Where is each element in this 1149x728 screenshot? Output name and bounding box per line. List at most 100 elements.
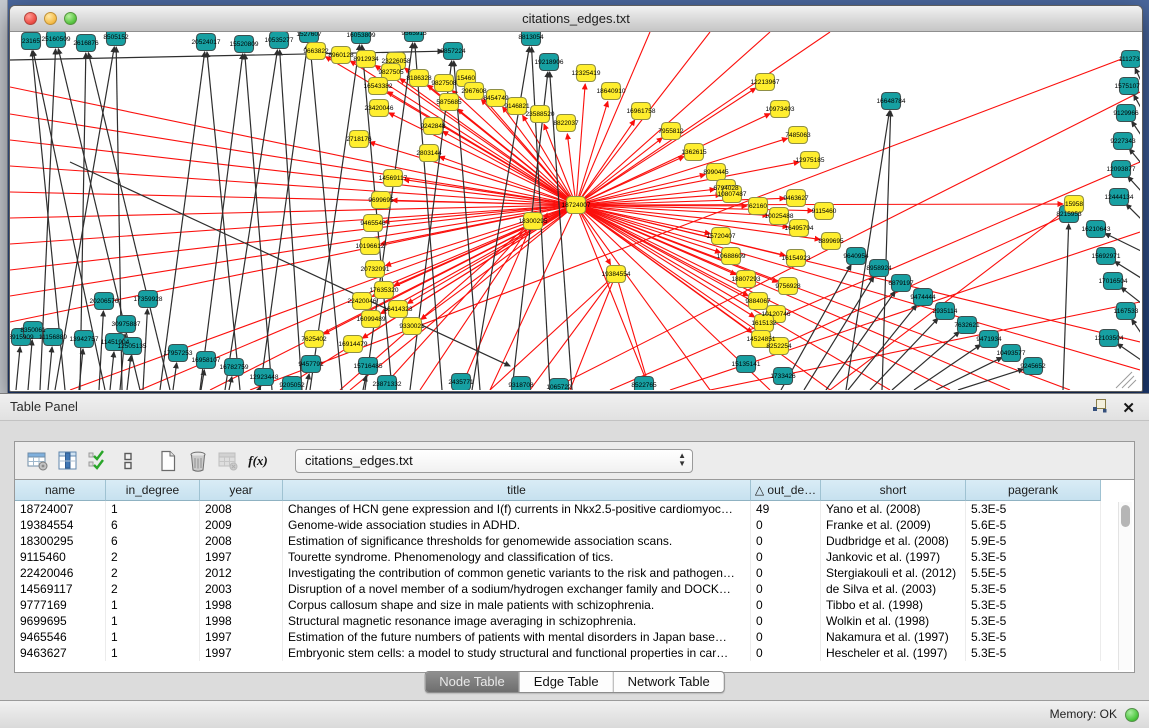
table-cell[interactable]: 5.3E-5 [966, 613, 1101, 629]
table-cell[interactable]: 0 [751, 549, 821, 565]
table-cell[interactable]: Hescheler et al. (1997) [821, 645, 966, 661]
table-cell[interactable]: 9115460 [15, 549, 106, 565]
table-cell[interactable]: 9465546 [15, 629, 106, 645]
table-header-row[interactable]: namein_degreeyeartitle△ out_de…shortpage… [15, 480, 1134, 501]
table-row[interactable]: 1456911722003Disruption of a novel membe… [15, 581, 1134, 597]
table-cell[interactable]: 0 [751, 613, 821, 629]
table-cell[interactable]: 0 [751, 581, 821, 597]
table-row[interactable]: 1938455462009Genome-wide association stu… [15, 517, 1134, 533]
memory-status-icon[interactable] [1125, 708, 1139, 722]
table-cell[interactable]: 0 [751, 629, 821, 645]
table-cell[interactable]: 0 [751, 517, 821, 533]
node-table[interactable]: namein_degreeyeartitle△ out_de…shortpage… [15, 479, 1134, 672]
table-cell[interactable]: 1 [106, 645, 200, 661]
table-cell[interactable]: 2 [106, 581, 200, 597]
table-cell[interactable]: 1 [106, 629, 200, 645]
table-cell[interactable]: 5.3E-5 [966, 645, 1101, 661]
table-settings-icon[interactable] [23, 446, 53, 476]
table-cell[interactable]: 0 [751, 533, 821, 549]
column-header-out_de[interactable]: △ out_de… [751, 480, 821, 501]
table-cell[interactable]: Genome-wide association studies in ADHD. [283, 517, 751, 533]
table-cell[interactable]: 0 [751, 645, 821, 661]
table-cell[interactable]: 1 [106, 597, 200, 613]
network-window[interactable]: citations_edges.txt 23165251605092616876… [9, 5, 1143, 392]
table-cell[interactable]: 2009 [200, 517, 283, 533]
table-cell[interactable]: Nakamura et al. (1997) [821, 629, 966, 645]
table-cell[interactable]: 22420046 [15, 565, 106, 581]
table-cell[interactable]: 1 [106, 613, 200, 629]
table-cell[interactable]: 5.3E-5 [966, 549, 1101, 565]
column-header-pagerank[interactable]: pagerank [966, 480, 1101, 501]
table-cell[interactable]: 49 [751, 501, 821, 517]
table-select-dropdown[interactable]: citations_edges.txt ▲▼ [295, 449, 693, 473]
table-cell[interactable]: Stergiakouli et al. (2012) [821, 565, 966, 581]
table-cell[interactable]: 5.6E-5 [966, 517, 1101, 533]
table-cell[interactable]: 2008 [200, 533, 283, 549]
table-cell[interactable]: 1998 [200, 613, 283, 629]
close-panel-icon[interactable]: ✕ [1122, 400, 1135, 418]
table-cell[interactable]: Tourette syndrome. Phenomenology and cla… [283, 549, 751, 565]
table-cell[interactable]: 0 [751, 565, 821, 581]
table-row[interactable]: 946554611997Estimation of the future num… [15, 629, 1134, 645]
table-cell[interactable]: 5.5E-5 [966, 565, 1101, 581]
tab-node-table[interactable]: Node Table [425, 672, 519, 692]
table-cell[interactable]: Estimation of significance thresholds fo… [283, 533, 751, 549]
table-cell[interactable]: Yano et al. (2008) [821, 501, 966, 517]
table-cell[interactable]: 5.3E-5 [966, 629, 1101, 645]
float-window-icon[interactable] [1092, 398, 1108, 419]
table-cell[interactable]: Disruption of a novel member of a sodium… [283, 581, 751, 597]
table-cell[interactable]: Structural magnetic resonance image aver… [283, 613, 751, 629]
table-cell[interactable]: Changes of HCN gene expression and I(f) … [283, 501, 751, 517]
table-cell[interactable]: 5.3E-5 [966, 597, 1101, 613]
table-cell[interactable]: 2008 [200, 501, 283, 517]
column-header-name[interactable]: name [15, 480, 106, 501]
table-row[interactable]: 1830029562008Estimation of significance … [15, 533, 1134, 549]
table-cell[interactable]: 6 [106, 517, 200, 533]
column-header-short[interactable]: short [821, 480, 966, 501]
table-cell[interactable]: 14569117 [15, 581, 106, 597]
vertical-scrollbar[interactable] [1118, 502, 1132, 670]
new-file-icon[interactable] [153, 446, 183, 476]
table-cell[interactable]: 2003 [200, 581, 283, 597]
citation-network-graph[interactable]: 2316525160509261687685051522052401715520… [10, 32, 1140, 390]
show-columns-icon[interactable] [53, 446, 83, 476]
table-cell[interactable]: 2012 [200, 565, 283, 581]
select-all-icon[interactable] [83, 446, 113, 476]
table-cell[interactable]: Franke et al. (2009) [821, 517, 966, 533]
table-cell[interactable]: Jankovic et al. (1997) [821, 549, 966, 565]
table-cell[interactable]: 1997 [200, 549, 283, 565]
table-cell[interactable]: 19384554 [15, 517, 106, 533]
function-builder-icon[interactable]: f(x) [243, 446, 273, 476]
table-row[interactable]: 946362711997Embryonic stem cells: a mode… [15, 645, 1134, 661]
table-cell[interactable]: de Silva et al. (2003) [821, 581, 966, 597]
column-header-title[interactable]: title [283, 480, 751, 501]
network-canvas[interactable]: 2316525160509261687685051522052401715520… [10, 32, 1140, 390]
tab-network-table[interactable]: Network Table [613, 672, 724, 692]
row-tools-icon[interactable] [113, 446, 143, 476]
table-cell[interactable]: Investigating the contribution of common… [283, 565, 751, 581]
tab-edge-table[interactable]: Edge Table [519, 672, 613, 692]
table-cell[interactable]: Tibbo et al. (1998) [821, 597, 966, 613]
table-cell[interactable]: 18724007 [15, 501, 106, 517]
table-cell[interactable]: 1 [106, 501, 200, 517]
table-cell[interactable]: 1997 [200, 629, 283, 645]
scrollbar-thumb[interactable] [1121, 505, 1130, 527]
table-cell[interactable]: Estimation of the future numbers of pati… [283, 629, 751, 645]
table-cell[interactable]: 9699695 [15, 613, 106, 629]
table-cell[interactable]: 1998 [200, 597, 283, 613]
table-cell[interactable]: Embryonic stem cells: a model to study s… [283, 645, 751, 661]
table-row[interactable]: 1872400712008Changes of HCN gene express… [15, 501, 1134, 517]
table-row[interactable]: 977716911998Corpus callosum shape and si… [15, 597, 1134, 613]
column-header-in_degree[interactable]: in_degree [106, 480, 200, 501]
table-row[interactable]: 969969511998Structural magnetic resonanc… [15, 613, 1134, 629]
table-cell[interactable]: 2 [106, 565, 200, 581]
table-cell[interactable]: 9463627 [15, 645, 106, 661]
table-cell[interactable]: Dudbridge et al. (2008) [821, 533, 966, 549]
table-cell[interactable]: Corpus callosum shape and size in male p… [283, 597, 751, 613]
table-cell[interactable]: 1997 [200, 645, 283, 661]
table-body[interactable]: 1872400712008Changes of HCN gene express… [15, 501, 1134, 661]
table-cell[interactable]: 5.3E-5 [966, 501, 1101, 517]
network-window-titlebar[interactable]: citations_edges.txt [10, 6, 1142, 32]
table-cell[interactable]: 5.9E-5 [966, 533, 1101, 549]
table-row[interactable]: 911546021997Tourette syndrome. Phenomeno… [15, 549, 1134, 565]
